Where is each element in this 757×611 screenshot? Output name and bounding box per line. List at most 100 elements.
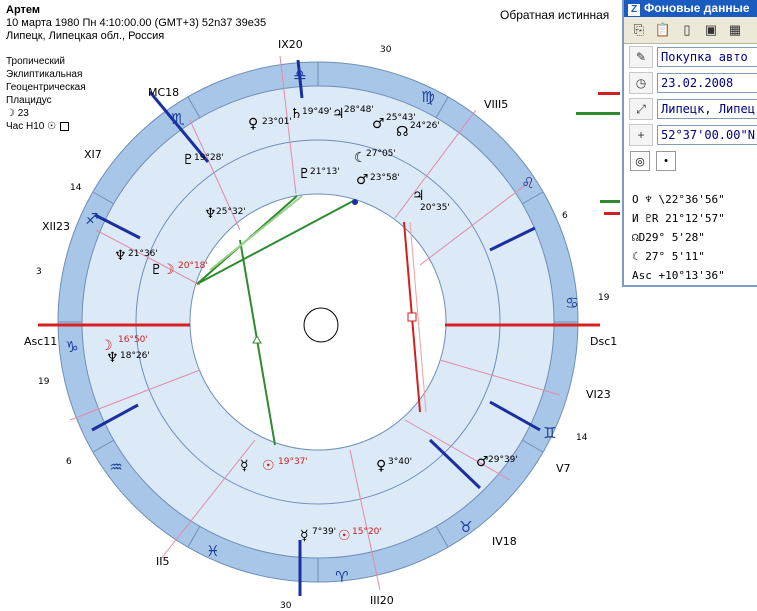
svg-text:30: 30 xyxy=(280,601,292,611)
svg-text:19°28': 19°28' xyxy=(194,153,224,163)
transit-item: ☾ 27° 5'11" xyxy=(632,250,705,263)
indicator-bar xyxy=(600,200,620,203)
house-xi: XI7 xyxy=(84,148,102,161)
svg-text:29°39': 29°39' xyxy=(488,455,518,465)
transit-item: O ♆ \22°36'56" xyxy=(632,193,725,206)
transit-item: ☊D29° 5'28" xyxy=(632,231,705,244)
svg-text:6: 6 xyxy=(562,211,568,221)
copy-icon[interactable]: ⎘ xyxy=(630,21,648,39)
event-icon: ✎ xyxy=(629,46,653,68)
sign-gemini: ♊ xyxy=(543,424,556,442)
table-icon[interactable]: ▦ xyxy=(726,21,744,39)
pluto-r-icon: ♇ xyxy=(298,166,311,182)
neptune-3-icon: ♆ xyxy=(106,350,119,366)
house-mc: MC18 xyxy=(148,86,179,99)
venus-2-icon: ♀ xyxy=(376,458,386,474)
house-ix: IX20 xyxy=(278,38,303,51)
date-field[interactable] xyxy=(657,73,757,93)
svg-text:19°37': 19°37' xyxy=(278,457,308,467)
center-circle xyxy=(303,307,339,343)
svg-text:3: 3 xyxy=(36,267,42,277)
aspect-square-marker xyxy=(407,312,417,322)
event-name-field[interactable] xyxy=(657,47,757,67)
natal-wheel[interactable]: ♎ ♍ ♌ ♋ ♊ ♉ ♈ ♓ ♒ ♑ ♐ ♏ IX20 VIII5 Dsc1 … xyxy=(0,0,620,611)
svg-text:28°48': 28°48' xyxy=(344,105,374,115)
svg-text:14: 14 xyxy=(70,183,82,193)
indicator-bar xyxy=(576,112,620,115)
moon-red-icon: ☽ xyxy=(162,262,175,278)
house-dsc: Dsc1 xyxy=(590,335,617,348)
app-icon: Z xyxy=(628,4,640,16)
svg-text:7°39': 7°39' xyxy=(312,527,336,537)
mercury-icon: ☿ xyxy=(240,458,249,474)
sign-taurus: ♉ xyxy=(459,518,472,536)
place-row: ⤢ xyxy=(624,96,757,122)
jupiter-r-icon: ♃ xyxy=(412,188,425,204)
new-doc-icon[interactable]: ▯ xyxy=(678,21,696,39)
house-vi: VI23 xyxy=(586,388,611,401)
coordinates-icon: + xyxy=(629,124,653,146)
venus-icon: ♀ xyxy=(248,116,258,132)
svg-text:19: 19 xyxy=(38,377,50,387)
save-icon[interactable]: ▣ xyxy=(702,21,720,39)
svg-text:24°26': 24°26' xyxy=(410,121,440,131)
svg-text:14: 14 xyxy=(576,433,588,443)
svg-text:23°58': 23°58' xyxy=(370,173,400,183)
mars-r-icon: ♂ xyxy=(356,172,369,188)
neptune-icon: ♆ xyxy=(204,206,217,222)
place-field[interactable] xyxy=(657,99,757,119)
sign-cancer: ♋ xyxy=(565,294,578,312)
sign-scorpio: ♏ xyxy=(171,110,185,128)
transit-list: O ♆ \22°36'56" И ♇R 21°12'57" ☊D29° 5'28… xyxy=(624,190,757,285)
svg-text:23°01': 23°01' xyxy=(262,117,292,127)
latitude-row: + xyxy=(624,122,757,148)
sun-icon: ☉ xyxy=(262,458,275,474)
house-asc: Asc11 xyxy=(24,335,57,348)
svg-text:18°26': 18°26' xyxy=(120,351,150,361)
background-data-panel[interactable]: Z Фоновые данные ⎘ 📋 ▯ ▣ ▦ ✎ ◷ ⤢ + ◎ • O … xyxy=(622,0,757,287)
sign-aquarius: ♒ xyxy=(109,458,122,476)
sign-virgo: ♍ xyxy=(421,88,434,106)
svg-text:30: 30 xyxy=(380,45,392,55)
sign-pisces: ♓ xyxy=(206,542,219,560)
clock-icon: ◷ xyxy=(629,72,653,94)
date-row: ◷ xyxy=(624,70,757,96)
indicator-bar xyxy=(598,92,620,95)
pluto-3-icon: ♇ xyxy=(150,262,163,278)
panel-titlebar[interactable]: Z Фоновые данные xyxy=(624,0,757,17)
house-iv: IV18 xyxy=(492,535,517,548)
sun-2-icon: ☉ xyxy=(338,528,351,544)
mars-icon: ♂ xyxy=(372,116,385,132)
svg-text:15°20': 15°20' xyxy=(352,527,382,537)
indicator-bar xyxy=(604,212,620,215)
paste-icon[interactable]: 📋 xyxy=(654,21,672,39)
dot-icon[interactable]: • xyxy=(656,151,676,171)
svg-text:6: 6 xyxy=(66,457,72,467)
panel-toolbar: ⎘ 📋 ▯ ▣ ▦ xyxy=(624,17,757,44)
svg-text:25°32': 25°32' xyxy=(216,207,246,217)
sign-leo: ♌ xyxy=(521,174,534,192)
svg-text:20°35': 20°35' xyxy=(420,203,450,213)
svg-text:19°49': 19°49' xyxy=(302,107,332,117)
mars-2-icon: ♂ xyxy=(476,454,489,470)
transit-item: И ♇R 21°12'57" xyxy=(632,212,725,225)
mercury-2-icon: ☿ xyxy=(300,528,309,544)
aspect-node xyxy=(352,199,358,205)
sign-capricorn: ♑ xyxy=(65,338,78,356)
svg-text:27°05': 27°05' xyxy=(366,149,396,159)
svg-text:21°13': 21°13' xyxy=(310,167,340,177)
svg-text:19: 19 xyxy=(598,293,610,303)
svg-text:21°36': 21°36' xyxy=(128,249,158,259)
location-icon: ⤢ xyxy=(629,98,653,120)
event-row: ✎ xyxy=(624,44,757,70)
house-ii: II5 xyxy=(156,555,170,568)
house-iii: III20 xyxy=(370,594,394,607)
svg-text:16°50': 16°50' xyxy=(118,335,148,345)
settings-icon[interactable]: ◎ xyxy=(630,151,650,171)
jupiter-icon: ♃ xyxy=(332,106,345,122)
transit-item: Asc +10°13'36" xyxy=(632,269,725,282)
sign-libra: ♎ xyxy=(293,66,306,84)
node-icon: ☊ xyxy=(396,124,408,140)
moon-icon: ☾ xyxy=(354,150,367,166)
latitude-field[interactable] xyxy=(657,125,757,145)
